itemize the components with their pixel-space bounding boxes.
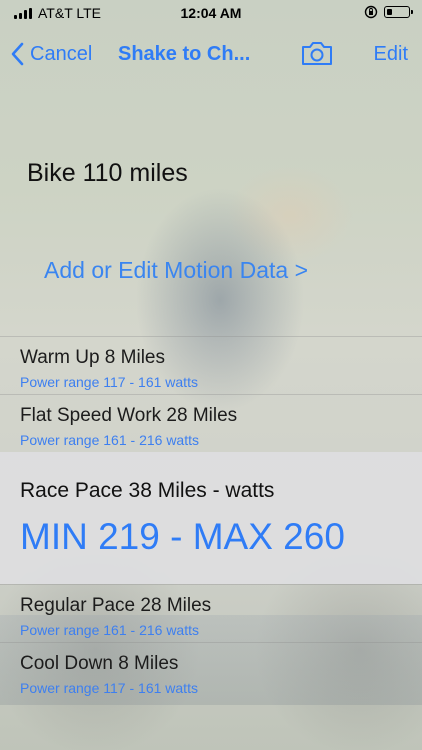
clock: 12:04 AM xyxy=(180,5,242,21)
cancel-button[interactable]: Cancel xyxy=(10,42,92,66)
camera-button[interactable] xyxy=(300,40,334,66)
segment-row[interactable]: Warm Up 8 Miles Power range 117 - 161 wa… xyxy=(0,336,422,395)
segment-title: Regular Pace 28 Miles xyxy=(20,595,212,616)
orientation-lock-icon xyxy=(364,5,378,19)
power-range-display: MIN 219 - MAX 260 xyxy=(20,516,345,557)
segment-title: Race Pace 38 Miles - watts xyxy=(20,479,275,502)
cancel-label: Cancel xyxy=(30,42,93,65)
segment-subtitle: Power range 117 - 161 watts xyxy=(20,680,198,696)
camera-icon xyxy=(302,42,332,65)
motion-data-link[interactable]: Add or Edit Motion Data > xyxy=(44,257,308,284)
segment-row[interactable]: Flat Speed Work 28 Miles Power range 161… xyxy=(0,394,422,453)
edit-button[interactable]: Edit xyxy=(374,43,408,66)
status-bar: AT&T LTE 12:04 AM xyxy=(0,0,422,26)
selected-segment-row[interactable]: Race Pace 38 Miles - watts MIN 219 - MAX… xyxy=(0,452,422,584)
battery-icon xyxy=(384,6,413,18)
segment-subtitle: Power range 117 - 161 watts xyxy=(20,374,198,390)
segment-title: Cool Down 8 Miles xyxy=(20,653,179,674)
segment-row[interactable]: Regular Pace 28 Miles Power range 161 - … xyxy=(0,584,422,643)
workout-heading: Bike 110 miles xyxy=(27,159,188,187)
segment-title: Warm Up 8 Miles xyxy=(20,347,165,368)
navigation-bar: Cancel Shake to Ch... Edit xyxy=(0,34,422,78)
status-right xyxy=(364,5,413,19)
segment-title: Flat Speed Work 28 Miles xyxy=(20,405,238,426)
segment-row[interactable]: Cool Down 8 Miles Power range 117 - 161 … xyxy=(0,642,422,701)
segment-subtitle: Power range 161 - 216 watts xyxy=(20,622,199,638)
page-title: Shake to Ch... xyxy=(118,43,251,65)
chevron-left-icon xyxy=(11,42,24,66)
segment-subtitle: Power range 161 - 216 watts xyxy=(20,432,199,448)
